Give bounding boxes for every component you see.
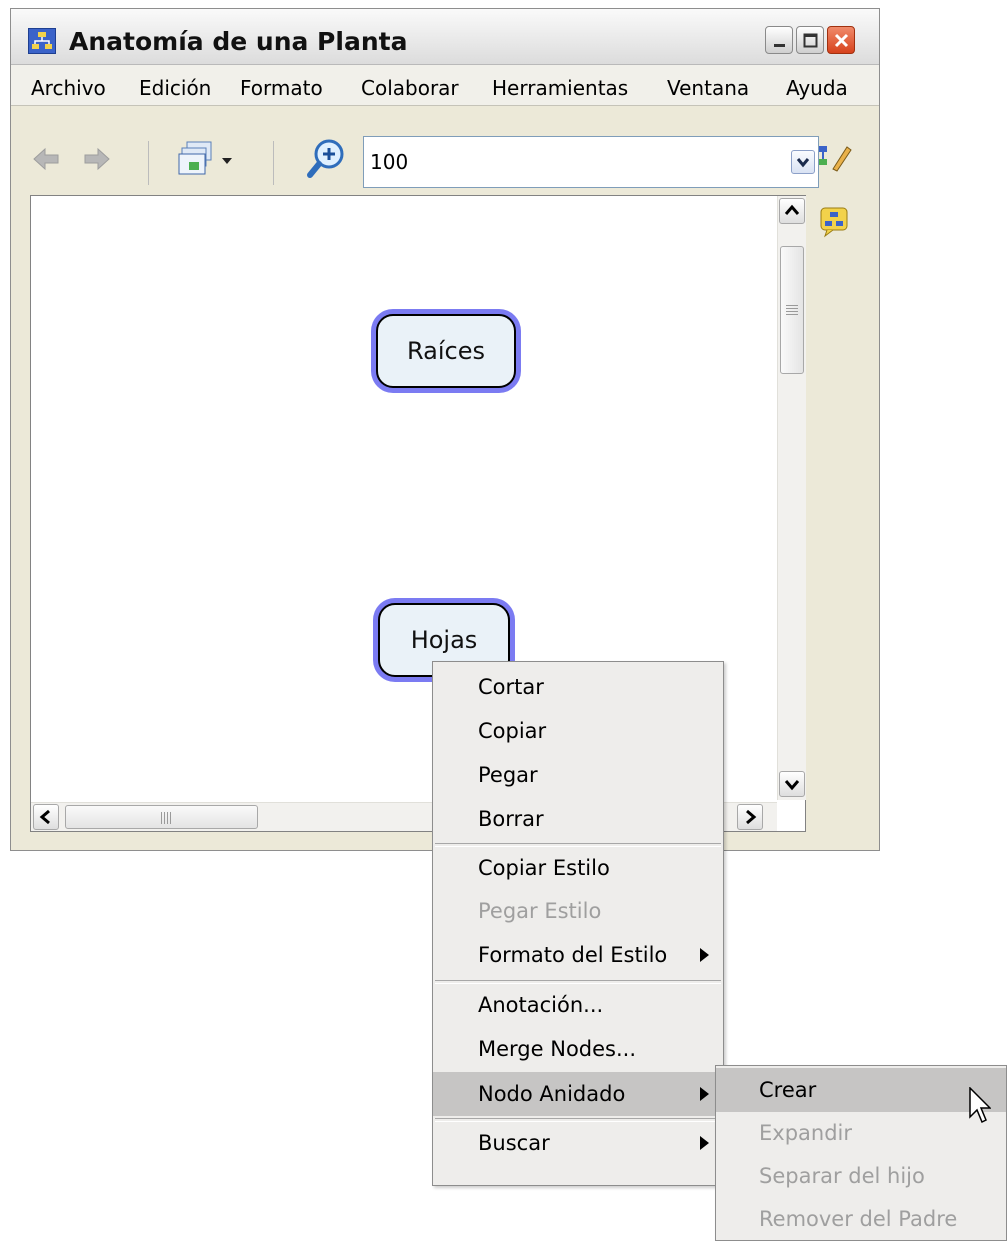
submenu-arrow-icon: [700, 1087, 709, 1101]
scroll-right-button[interactable]: [737, 804, 763, 830]
toolbar-separator: [273, 141, 274, 185]
close-button[interactable]: [827, 26, 855, 54]
submenu-arrow-icon: [700, 948, 709, 962]
nodo-anidado-submenu: Crear Expandir Separar del hijo Remover …: [715, 1065, 1007, 1241]
submenu-item-remover-del-padre[interactable]: Remover del Padre: [716, 1197, 1006, 1241]
menu-item-copiar[interactable]: Copiar: [433, 709, 723, 753]
menu-archivo[interactable]: Archivo: [31, 76, 106, 100]
vertical-scroll-thumb[interactable]: [780, 246, 804, 374]
zoom-in-icon[interactable]: [307, 137, 347, 185]
submenu-item-expandir[interactable]: Expandir: [716, 1111, 1006, 1155]
zoom-combobox[interactable]: 100: [363, 136, 819, 188]
submenu-arrow-icon: [700, 1136, 709, 1150]
menu-edicion[interactable]: Edición: [139, 76, 211, 100]
window-title: Anatomía de una Planta: [69, 27, 408, 56]
menu-item-copiar-estilo[interactable]: Copiar Estilo: [433, 846, 723, 890]
scroll-up-button[interactable]: [779, 198, 805, 224]
menu-item-nodo-anidado[interactable]: Nodo Anidado: [433, 1072, 723, 1116]
submenu-item-crear[interactable]: Crear: [716, 1068, 1006, 1112]
chevron-down-icon[interactable]: [791, 150, 815, 174]
menu-item-pegar-estilo[interactable]: Pegar Estilo: [433, 889, 723, 933]
menu-formato[interactable]: Formato: [240, 76, 323, 100]
menu-item-label: Formato del Estilo: [478, 943, 668, 967]
concept-node[interactable]: Raíces: [371, 309, 521, 393]
vertical-scrollbar[interactable]: [777, 196, 806, 800]
menu-item-cortar[interactable]: Cortar: [433, 665, 723, 709]
menu-item-merge-nodes[interactable]: Merge Nodes...: [433, 1027, 723, 1071]
submenu-item-separar-del-hijo[interactable]: Separar del hijo: [716, 1154, 1006, 1198]
edit-style-icon[interactable]: [817, 143, 857, 177]
scroll-down-button[interactable]: [779, 771, 805, 797]
menu-item-borrar[interactable]: Borrar: [433, 797, 723, 841]
menu-item-pegar[interactable]: Pegar: [433, 753, 723, 797]
concept-map-app-icon: [28, 28, 56, 54]
forward-arrow-icon[interactable]: [83, 146, 111, 176]
title-bar[interactable]: Anatomía de una Planta: [11, 9, 879, 65]
menu-ayuda[interactable]: Ayuda: [786, 76, 848, 100]
concept-label: Raíces: [407, 337, 485, 365]
horizontal-scroll-thumb[interactable]: [65, 805, 258, 829]
maximize-button[interactable]: [796, 26, 824, 54]
minimize-button[interactable]: [765, 26, 793, 54]
menu-herramientas[interactable]: Herramientas: [492, 76, 628, 100]
menu-item-label: Buscar: [478, 1131, 550, 1155]
menu-item-label: Nodo Anidado: [478, 1082, 626, 1106]
menu-bar: Archivo Edición Formato Colaborar Herram…: [11, 65, 879, 106]
menu-ventana[interactable]: Ventana: [667, 76, 749, 100]
collaboration-icon[interactable]: [817, 205, 851, 243]
toolbar-separator: [148, 141, 149, 185]
zoom-value: 100: [370, 150, 409, 174]
view-selector-icon[interactable]: [177, 140, 247, 184]
context-menu: Cortar Copiar Pegar Borrar Copiar Estilo…: [432, 661, 724, 1186]
menu-item-buscar[interactable]: Buscar: [433, 1121, 723, 1165]
back-arrow-icon[interactable]: [32, 146, 60, 176]
scroll-left-button[interactable]: [33, 804, 59, 830]
menu-item-anotacion[interactable]: Anotación...: [433, 983, 723, 1027]
concept-label: Hojas: [410, 626, 478, 654]
menu-item-formato-del-estilo[interactable]: Formato del Estilo: [433, 933, 723, 977]
mouse-cursor-icon: [969, 1086, 992, 1131]
menu-colaborar[interactable]: Colaborar: [361, 76, 459, 100]
